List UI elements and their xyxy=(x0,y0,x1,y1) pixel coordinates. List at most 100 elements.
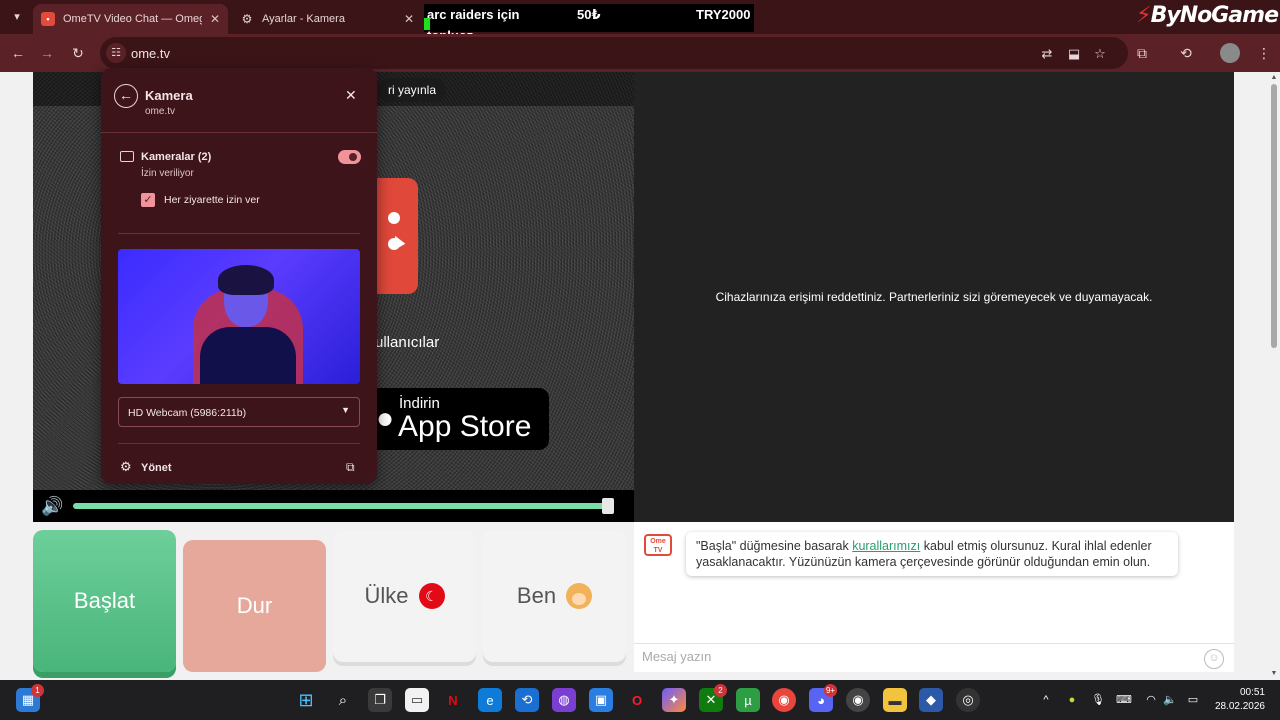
scrollbar-thumb[interactable] xyxy=(1271,84,1277,348)
app-blue-icon[interactable]: ◆ xyxy=(919,688,943,712)
taskbar-clock[interactable]: 00:51 28.02.2026 xyxy=(1213,686,1265,714)
video-controls: 🔊 xyxy=(33,490,634,522)
history-icon[interactable]: ⟲ xyxy=(1176,43,1196,63)
scroll-up-arrow-icon[interactable]: ▲ xyxy=(1270,74,1278,82)
stop-button[interactable]: Dur xyxy=(183,540,326,672)
stop-button-label: Dur xyxy=(236,593,273,618)
task-view-icon[interactable]: ❐ xyxy=(368,688,392,712)
translate-icon[interactable]: ⇄ xyxy=(1038,45,1056,63)
volume-slider-handle[interactable] xyxy=(602,498,614,514)
edge-icon[interactable]: e xyxy=(478,688,502,712)
page-scrollbar[interactable]: ▲ ▼ xyxy=(1268,72,1280,680)
country-button-label: Ülke xyxy=(364,583,409,608)
tray-expand-chevron-icon[interactable]: ^ xyxy=(1038,692,1054,708)
keyboard-icon[interactable]: ⌨ xyxy=(1116,692,1132,708)
tab-ometv[interactable]: ▪ OmeTV Video Chat — Omegle ✕ xyxy=(33,4,228,34)
forward-arrow-icon[interactable]: → xyxy=(37,43,57,63)
start-button-label: Başlat xyxy=(73,588,136,613)
bookmark-star-icon[interactable]: ☆ xyxy=(1091,45,1109,63)
allow-every-visit-checkbox[interactable]: ✓ xyxy=(141,193,155,207)
volume-slider[interactable] xyxy=(73,503,614,509)
users-count-label: ullanıcılar xyxy=(375,334,440,351)
tab-title: Ayarlar - Kamera xyxy=(262,13,345,25)
camera-select-value: HD Webcam (5986:211b) xyxy=(128,407,247,419)
camera-icon xyxy=(120,151,134,162)
copilot-icon[interactable]: ✦ xyxy=(662,688,686,712)
microphone-icon[interactable]: 🎙 xyxy=(1090,692,1106,708)
chat-input-bar: ☺ xyxy=(634,643,1234,672)
start-button[interactable]: Başlat xyxy=(33,530,176,672)
browser-toolbar: ← → ↻ ☷ ome.tv ⇄ ⬓ ☆ ⧉ ⟲ ⋮ xyxy=(0,34,1280,72)
app-icon[interactable]: ⟲ xyxy=(515,688,539,712)
camera-preview xyxy=(118,249,360,384)
camera-select-dropdown[interactable]: HD Webcam (5986:211b) ▼ xyxy=(118,397,360,427)
chrome-active-icon[interactable]: ◉ xyxy=(846,688,870,712)
chat-panel: Ome TV "Başla" düğmesine basarak kuralla… xyxy=(634,522,1234,672)
divider xyxy=(101,132,377,133)
windows-start-icon[interactable]: ⊞ xyxy=(294,688,318,712)
rules-link[interactable]: kurallarımızı xyxy=(852,539,920,553)
stream-button[interactable]: ri yayınla xyxy=(378,78,447,102)
chrome-icon[interactable]: ◉ xyxy=(772,688,796,712)
camera-permission-toggle[interactable] xyxy=(338,150,361,164)
popup-title: Kamera xyxy=(145,88,193,103)
menu-kebab-icon[interactable]: ⋮ xyxy=(1254,43,1274,63)
discord-icon[interactable]: ◕ 9+ xyxy=(809,684,837,712)
close-icon[interactable]: ✕ xyxy=(404,12,414,26)
battery-icon[interactable]: ▭ xyxy=(1185,692,1201,708)
bynogame-logo: ⚡ByNoGame xyxy=(1136,3,1279,28)
divider xyxy=(118,233,360,234)
open-external-icon[interactable]: ⧉ xyxy=(346,460,355,475)
xbox-icon[interactable]: ✕ 2 xyxy=(699,684,727,712)
chevron-down-icon: ▼ xyxy=(341,405,350,415)
file-icon[interactable]: ▭ xyxy=(405,688,429,712)
divider xyxy=(118,443,360,444)
overlay-text-price-try: 50₺ xyxy=(577,7,601,22)
site-settings-icon[interactable]: ☷ xyxy=(106,43,126,63)
store-icon[interactable]: ▣ xyxy=(589,688,613,712)
scroll-down-arrow-icon[interactable]: ▼ xyxy=(1270,670,1278,678)
me-button-label: Ben xyxy=(516,583,557,608)
volume-icon[interactable]: 🔊 xyxy=(41,496,63,517)
obs-icon[interactable]: ◎ xyxy=(956,688,980,712)
address-bar[interactable]: ☷ ome.tv ⇄ ⬓ ☆ xyxy=(100,37,1128,69)
message-input[interactable] xyxy=(642,649,1182,664)
emoji-icon[interactable]: ☺ xyxy=(1204,649,1224,669)
appstore-big-text: App Store xyxy=(398,410,532,443)
search-icon[interactable]: ⌕ xyxy=(331,688,355,712)
tab-search-chevron-icon[interactable]: ▾ xyxy=(6,7,28,27)
appstore-badge[interactable]: ● İndirin App Store xyxy=(368,388,549,450)
device-denied-message: Cihazlarınıza erişimi reddettiniz. Partn… xyxy=(715,290,1153,304)
profile-avatar-icon[interactable] xyxy=(1220,43,1240,63)
widgets-icon[interactable]: ▦ 1 xyxy=(16,684,44,712)
gear-icon: ⚙ xyxy=(241,12,253,26)
tab-settings-camera[interactable]: ⚙ Ayarlar - Kamera ✕ xyxy=(232,4,422,34)
volume-icon[interactable]: 🔈 xyxy=(1162,692,1178,708)
install-app-icon[interactable]: ⬓ xyxy=(1065,45,1083,63)
url-text: ome.tv xyxy=(131,46,171,61)
reload-icon[interactable]: ↻ xyxy=(68,43,88,63)
close-icon[interactable]: ✕ xyxy=(345,87,357,104)
time-text: 00:51 xyxy=(1239,687,1265,698)
tray-app-icon[interactable]: ● xyxy=(1064,692,1080,708)
utorrent-icon[interactable]: µ xyxy=(736,688,760,712)
close-icon[interactable]: ✕ xyxy=(210,12,220,26)
back-arrow-icon[interactable]: ← xyxy=(114,84,138,108)
tab-bar: ▾ ▪ OmeTV Video Chat — Omegle ✕ ⚙ Ayarla… xyxy=(0,0,1280,43)
file-explorer-icon[interactable]: ▬ xyxy=(883,688,907,712)
extensions-icon[interactable]: ⧉ xyxy=(1132,43,1152,63)
cameras-status: İzin veriliyor xyxy=(141,168,194,179)
back-arrow-icon[interactable]: ← xyxy=(8,43,28,63)
me-button[interactable]: Ben xyxy=(483,530,626,662)
opera-icon[interactable]: O xyxy=(625,688,649,712)
wifi-icon[interactable]: ◠ xyxy=(1143,692,1159,708)
ometv-chat-logo-icon: Ome TV xyxy=(644,534,672,556)
ometv-favicon-icon: ▪ xyxy=(41,12,55,26)
country-button[interactable]: Ülke ☾ xyxy=(333,530,476,662)
photos-icon[interactable]: ◍ xyxy=(552,688,576,712)
overlay-text-game: arc raiders için xyxy=(427,7,520,22)
manage-link[interactable]: Yönet xyxy=(141,462,172,474)
netflix-icon[interactable]: N xyxy=(441,688,465,712)
camera-permission-popup: ← Kamera ome.tv ✕ Kameralar (2) İzin ver… xyxy=(101,68,377,484)
gear-icon: ⚙ xyxy=(120,459,132,474)
